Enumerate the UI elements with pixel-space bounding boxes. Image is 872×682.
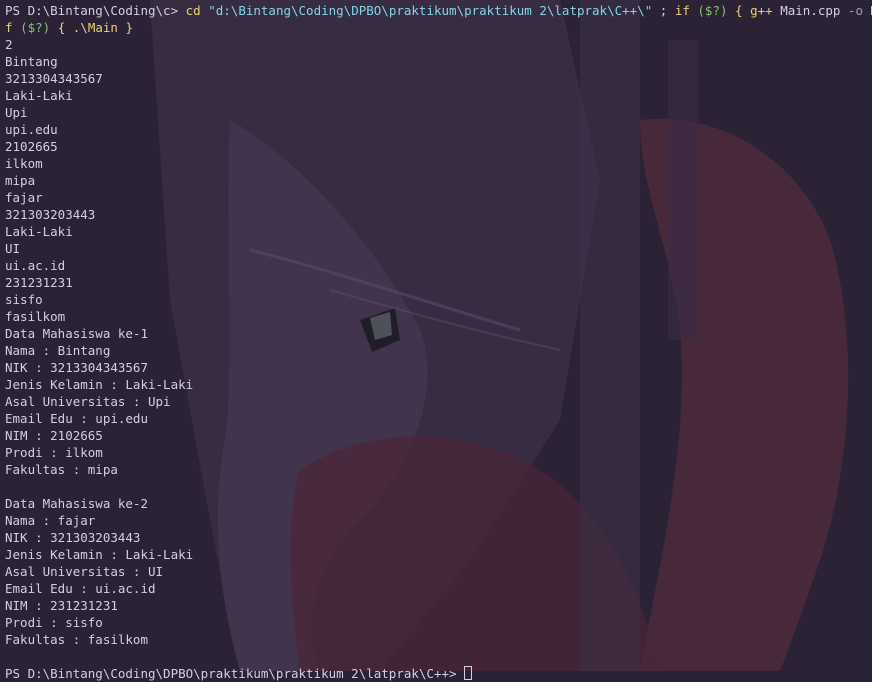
output-line: NIM : 2102665 bbox=[5, 428, 103, 443]
output-line: Email Edu : ui.ac.id bbox=[5, 581, 156, 596]
command-line-2: f ($?) { .\Main } bbox=[5, 19, 872, 36]
output-line: 321303203443 bbox=[5, 207, 96, 222]
brace-close: } bbox=[125, 20, 133, 35]
output-line: fajar bbox=[5, 190, 43, 205]
compiler-command: g++ bbox=[750, 3, 773, 18]
output-line: NIM : 231231231 bbox=[5, 598, 118, 613]
brace-open: { bbox=[735, 3, 743, 18]
output-flag: -o bbox=[847, 3, 864, 18]
output-line: Fakultas : mipa bbox=[5, 462, 118, 477]
output-line: 3213304343567 bbox=[5, 71, 103, 86]
output-line: Prodi : sisfo bbox=[5, 615, 103, 630]
output-line: Upi bbox=[5, 105, 28, 120]
exit-status-check: ($?) bbox=[20, 20, 51, 35]
output-line: ui.ac.id bbox=[5, 258, 66, 273]
output-line: ilkom bbox=[5, 156, 43, 171]
cd-path: "d:\Bintang\Coding\DPBO\praktikum\prakti… bbox=[208, 3, 653, 18]
output-line: NIK : 321303203443 bbox=[5, 530, 141, 545]
output-line: sisfo bbox=[5, 292, 43, 307]
terminal-window[interactable]: PS D:\Bintang\Coding\c> cd "d:\Bintang\C… bbox=[0, 0, 872, 681]
separator: ; bbox=[652, 3, 675, 18]
text-cursor bbox=[464, 666, 473, 680]
output-line: Data Mahasiswa ke-2 bbox=[5, 496, 148, 511]
output-line: Email Edu : upi.edu bbox=[5, 411, 148, 426]
output-line: Asal Universitas : Upi bbox=[5, 394, 171, 409]
output-line: Nama : fajar bbox=[5, 513, 96, 528]
output-line: fasilkom bbox=[5, 309, 66, 324]
output-line: Jenis Kelamin : Laki-Laki bbox=[5, 377, 194, 392]
final-prompt-line[interactable]: PS D:\Bintang\Coding\DPBO\praktikum\prak… bbox=[5, 665, 872, 682]
output-line: Jenis Kelamin : Laki-Laki bbox=[5, 547, 194, 562]
output-line: UI bbox=[5, 241, 21, 256]
output-line: 2 bbox=[5, 37, 13, 52]
output-line: 231231231 bbox=[5, 275, 73, 290]
output-line: 2102665 bbox=[5, 139, 58, 154]
output-line: Fakultas : fasilkom bbox=[5, 632, 148, 647]
program-output: 2 Bintang 3213304343567 Laki-Laki Upi upi.edu… bbox=[5, 36, 872, 665]
output-line: Laki-Laki bbox=[5, 88, 73, 103]
cd-command: cd bbox=[185, 3, 201, 18]
brace-open: { bbox=[57, 20, 66, 35]
wrapped-if: f bbox=[5, 20, 21, 35]
shell-prompt: PS D:\Bintang\Coding\DPBO\praktikum\prak… bbox=[5, 666, 465, 681]
output-line: Prodi : ilkom bbox=[5, 445, 103, 460]
if-keyword: if bbox=[674, 3, 690, 18]
output-line: mipa bbox=[5, 173, 36, 188]
shell-prompt: PS D:\Bintang\Coding\c> bbox=[5, 3, 186, 18]
output-line: Bintang bbox=[5, 54, 58, 69]
output-line: Asal Universitas : UI bbox=[5, 564, 164, 579]
output-line: upi.edu bbox=[5, 122, 58, 137]
run-command: .\Main bbox=[72, 20, 118, 35]
output-line: NIK : 3213304343567 bbox=[5, 360, 148, 375]
output-line: Nama : Bintang bbox=[5, 343, 111, 358]
output-line: Data Mahasiswa ke-1 bbox=[5, 326, 148, 341]
compile-args: Main.cpp bbox=[772, 3, 848, 18]
command-line-1: PS D:\Bintang\Coding\c> cd "d:\Bintang\C… bbox=[5, 2, 872, 19]
output-name: Main bbox=[863, 3, 872, 18]
output-line: Laki-Laki bbox=[5, 224, 73, 239]
exit-status-check: ($?) bbox=[697, 3, 728, 18]
